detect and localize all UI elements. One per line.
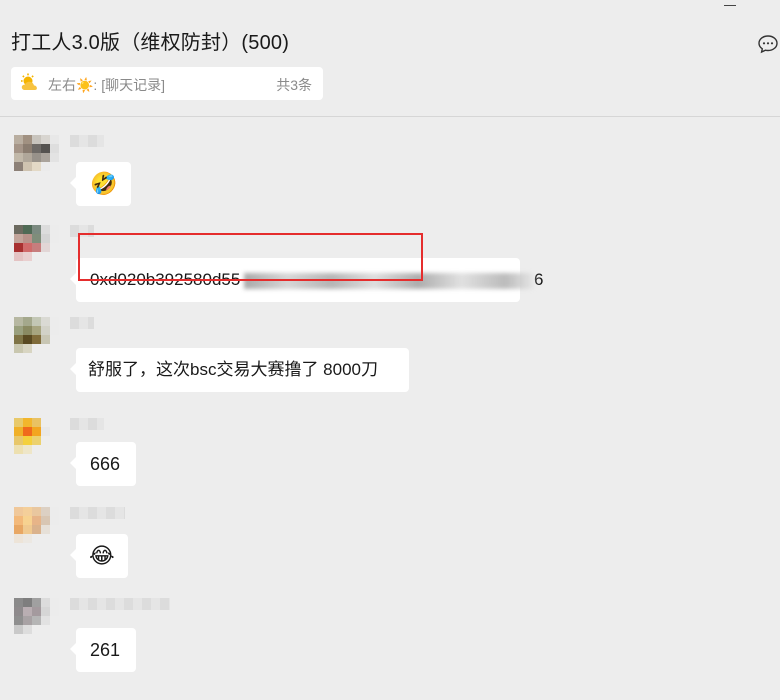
emoji-rofl: 🤣 bbox=[90, 172, 118, 197]
message-text: 261 bbox=[90, 640, 121, 660]
sun-cloud-icon bbox=[21, 73, 37, 90]
message-list[interactable]: 🤣 0xd020b392580d555f35eca1087f27d2496 舒服… bbox=[0, 117, 780, 700]
pinned-message-count: 共3条 bbox=[276, 77, 312, 93]
avatar[interactable] bbox=[14, 135, 59, 180]
pinned-message-text: 左右☀️: [聊天记录] bbox=[48, 77, 165, 93]
message-text: 666 bbox=[90, 454, 121, 474]
sender-name bbox=[70, 418, 104, 430]
chat-header: 打工人3.0版（维权防封）(500) 左右☀️: [聊天记录] 共3条 bbox=[0, 0, 780, 117]
sender-name bbox=[70, 317, 94, 329]
sender-name bbox=[70, 507, 125, 519]
avatar[interactable] bbox=[14, 225, 59, 270]
avatar[interactable] bbox=[14, 418, 59, 463]
message-bubble[interactable]: 🤣 bbox=[69, 162, 132, 206]
message-bubble[interactable]: 666 bbox=[70, 442, 136, 486]
chat-info-icon[interactable] bbox=[757, 33, 779, 55]
minimize-icon[interactable] bbox=[724, 5, 736, 6]
message-bubble[interactable]: 舒服了，这次bsc交易大赛撸了 8000刀 bbox=[70, 348, 409, 392]
highlight-box bbox=[78, 233, 423, 281]
message-text: 舒服了，这次bsc交易大赛撸了 8000刀 bbox=[88, 360, 378, 379]
avatar[interactable] bbox=[14, 317, 59, 362]
message-text-suffix: 6 bbox=[534, 270, 544, 289]
pinned-message-bar[interactable]: 左右☀️: [聊天记录] 共3条 bbox=[11, 67, 323, 100]
chat-title: 打工人3.0版（维权防封）(500) bbox=[11, 32, 290, 54]
emoji-joy: 😂 bbox=[89, 544, 115, 569]
sender-name bbox=[70, 598, 170, 610]
message-bubble[interactable]: 😂 bbox=[70, 534, 128, 578]
message-bubble[interactable]: 261 bbox=[70, 628, 136, 672]
sender-name bbox=[70, 135, 104, 147]
avatar[interactable] bbox=[14, 598, 59, 643]
avatar[interactable] bbox=[14, 507, 59, 552]
